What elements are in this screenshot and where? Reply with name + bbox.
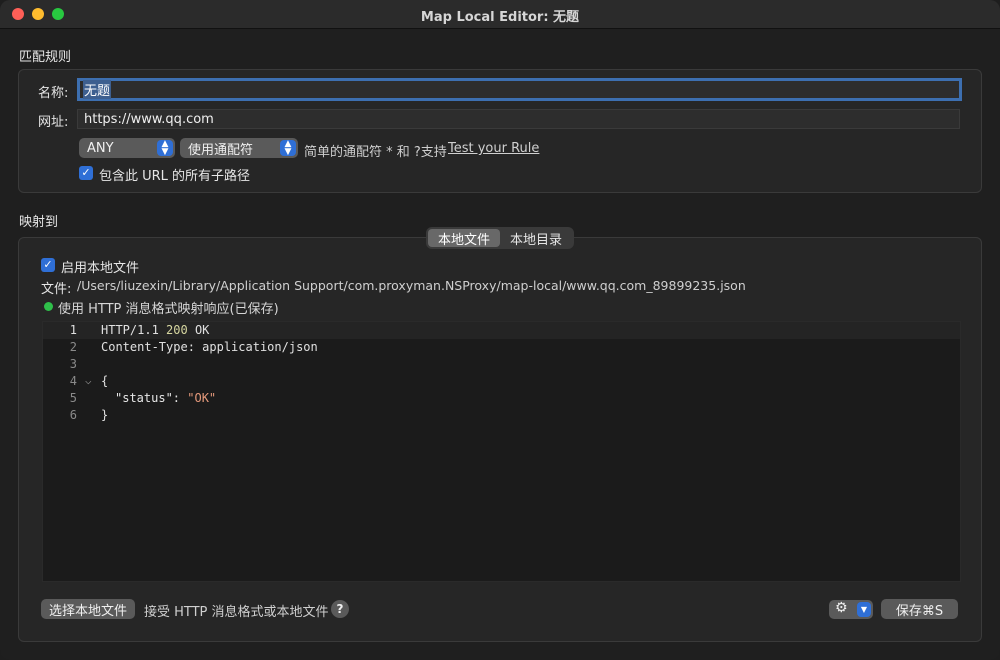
http-version: HTTP/1.1: [101, 323, 167, 337]
url-field[interactable]: https://www.qq.com: [77, 109, 960, 129]
name-field[interactable]: 无题: [77, 78, 962, 101]
include-subpaths-checkbox[interactable]: ✓: [79, 166, 93, 180]
line-code: "status": "OK": [115, 391, 216, 405]
file-path: /Users/liuzexin/Library/Application Supp…: [77, 278, 746, 293]
test-rule-link[interactable]: Test your Rule: [448, 141, 539, 156]
method-select-value: ANY: [87, 140, 114, 156]
status-indicator-icon: [44, 302, 53, 311]
method-select[interactable]: ANY ▲ ▼: [79, 138, 175, 158]
tab-local-file[interactable]: 本地文件: [428, 229, 500, 248]
line-code: Content-Type: application/json: [101, 340, 318, 354]
file-label: 文件:: [41, 282, 72, 297]
map-local-editor-window: Map Local Editor: 无题 匹配规则 名称: 无题 网址: htt…: [0, 0, 1000, 660]
line-number: 2: [69, 340, 77, 354]
name-label: 名称:: [38, 86, 69, 101]
name-field-value: 无题: [83, 80, 112, 99]
updown-arrows-icon: ▲ ▼: [280, 140, 296, 157]
mapping-section-label: 映射到: [19, 215, 59, 230]
json-key: "status": [115, 391, 173, 405]
editor-line: 2 Content-Type: application/json: [43, 339, 960, 356]
url-field-value: https://www.qq.com: [84, 111, 214, 127]
line-number: 6: [69, 408, 77, 422]
editor-line: 1 HTTP/1.1 200 OK: [43, 322, 960, 339]
status-text: 使用 HTTP 消息格式映射响应(已保存): [58, 302, 279, 317]
editor-line: 5 "status": "OK": [43, 390, 960, 407]
response-editor[interactable]: 1 HTTP/1.1 200 OK 2 Content-Type: applic…: [42, 321, 961, 582]
wildcard-hint: 简单的通配符 * 和 ?支持: [304, 145, 447, 160]
mapping-target-tabs: 本地文件 本地目录: [426, 227, 574, 249]
url-label: 网址:: [38, 115, 69, 130]
status-code: 200: [166, 323, 188, 337]
line-number: 5: [69, 391, 77, 405]
save-button[interactable]: 保存⌘S: [881, 599, 958, 619]
line-code: }: [101, 408, 109, 422]
match-rules-section-label: 匹配规则: [19, 50, 72, 65]
enable-local-file-label: 启用本地文件: [61, 261, 140, 276]
status-reason: OK: [187, 323, 210, 337]
match-type-select-value: 使用通配符: [188, 142, 254, 158]
line-code: {: [101, 374, 109, 388]
json-value: "OK": [187, 391, 217, 405]
checkmark-icon: ✓: [81, 166, 91, 179]
accept-format-hint: 接受 HTTP 消息格式或本地文件: [144, 605, 329, 620]
editor-line: 4 ⌵ {: [43, 373, 960, 390]
line-number: 4: [69, 374, 77, 388]
editor-line: 3: [43, 356, 960, 373]
window-title: Map Local Editor: 无题: [420, 10, 580, 25]
help-button[interactable]: ?: [331, 600, 349, 618]
tab-local-directory[interactable]: 本地目录: [500, 229, 572, 248]
updown-arrows-icon: ▲ ▼: [157, 140, 173, 157]
choose-local-file-button[interactable]: 选择本地文件: [41, 599, 135, 619]
gear-icon: ⚙: [835, 600, 848, 616]
include-subpaths-label: 包含此 URL 的所有子路径: [99, 169, 251, 184]
editor-line: 6 }: [43, 407, 960, 424]
fold-chevron-icon[interactable]: ⌵: [85, 374, 92, 387]
chevron-down-icon: ▼: [857, 602, 871, 617]
line-number: 3: [69, 357, 77, 371]
checkmark-icon: ✓: [43, 258, 53, 271]
json-colon: :: [172, 391, 188, 405]
settings-menu-button[interactable]: ⚙ ▼: [829, 600, 873, 619]
line-number: 1: [69, 323, 77, 337]
enable-local-file-checkbox[interactable]: ✓: [41, 258, 55, 272]
title-bar: Map Local Editor: 无题: [0, 0, 1000, 29]
match-type-select[interactable]: 使用通配符 ▲ ▼: [180, 138, 298, 158]
line-code: HTTP/1.1 200 OK: [101, 323, 209, 337]
